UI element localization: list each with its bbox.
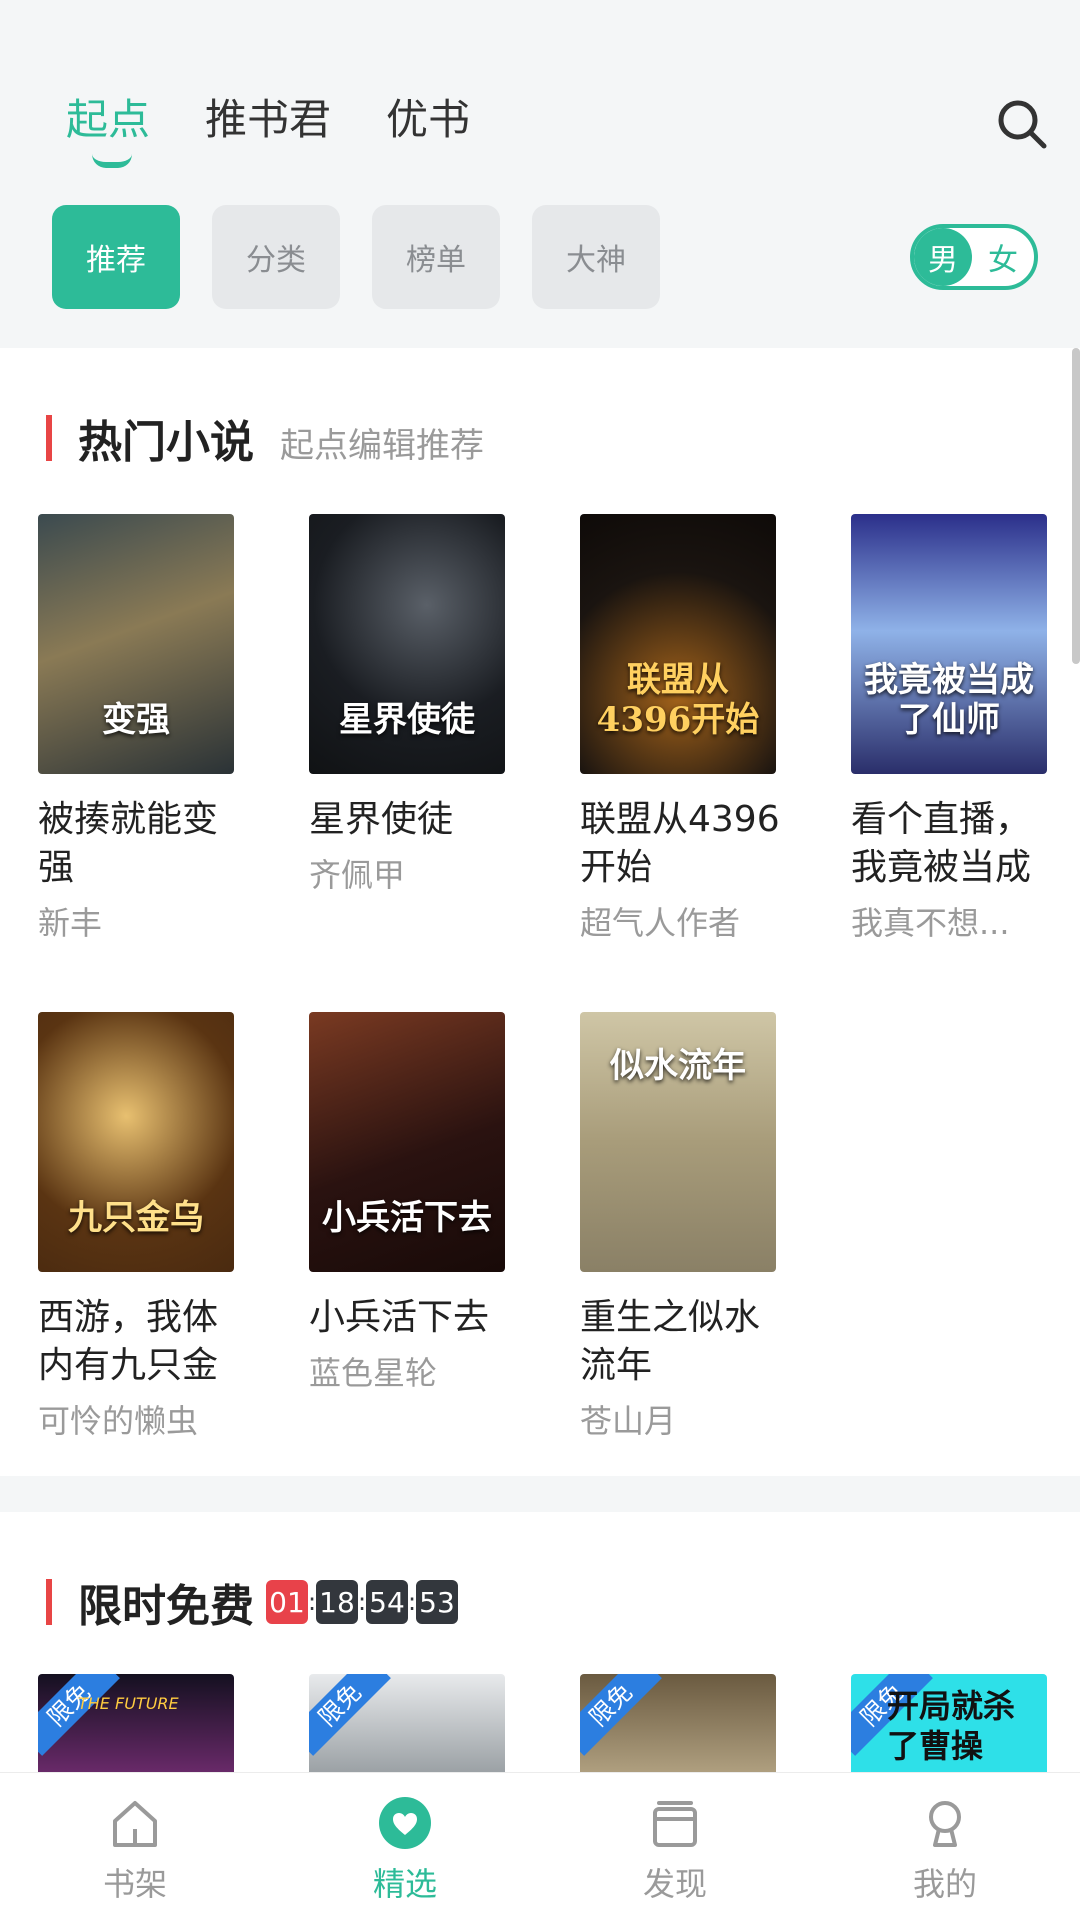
countdown-separator: : (308, 1588, 317, 1616)
cards-icon (653, 1801, 697, 1847)
nav-label: 我的 (912, 1865, 977, 1903)
book-title: 看个直播，我竟被当成 (851, 799, 1032, 888)
countdown-hours: 18 (316, 1580, 358, 1624)
countdown-timer: 01 : 18 : 54 : 53 (266, 1580, 458, 1624)
book-card[interactable]: 似水流年 重生之似水流年 苍山月 (580, 1012, 776, 1442)
tab-label: 优书 (386, 95, 471, 144)
countdown-seconds: 53 (416, 1580, 458, 1624)
cover-text: 星界使徒 (339, 700, 475, 740)
source-tabs: 起点 推书君 优书 (66, 90, 470, 168)
book-title: 星界使徒 (309, 799, 454, 840)
cover-text: 联盟从4396开始 (596, 660, 760, 740)
book-author: 齐佩甲 (309, 856, 406, 894)
book-author: 我真不想... (851, 904, 1010, 942)
countdown-separator: : (358, 1588, 367, 1616)
gender-male[interactable]: 男 (914, 228, 972, 286)
gender-female[interactable]: 女 (972, 235, 1034, 279)
countdown-days: 01 (266, 1580, 308, 1624)
book-cover: 我竟被当成了仙师 (851, 514, 1047, 774)
free-badge: 限免 (309, 1674, 391, 1756)
pill-category[interactable]: 分类 (212, 205, 340, 309)
cover-text: 我竟被当成了仙师 (864, 660, 1034, 740)
book-author: 苍山月 (580, 1402, 677, 1440)
top-header: 起点 推书君 优书 推荐 分类 榜单 大神 男 女 (0, 0, 1080, 348)
category-pills: 推荐 分类 榜单 大神 (52, 205, 660, 309)
book-card[interactable]: 九只金乌 西游，我体内有九只金 可怜的懒虫 (38, 1012, 234, 1442)
cover-text: 小兵活下去 (322, 1198, 492, 1238)
gender-toggle[interactable]: 男 女 (910, 224, 1038, 290)
pill-masters[interactable]: 大神 (532, 205, 660, 309)
book-cover: 变强 (38, 514, 234, 774)
free-book-cover[interactable]: 限免 (580, 1674, 776, 1772)
book-author: 可怜的懒虫 (38, 1402, 199, 1440)
free-badge: 限免 (580, 1674, 662, 1756)
tab-qidian[interactable]: 起点 (66, 90, 151, 168)
tab-label: 起点 (66, 95, 151, 144)
countdown-separator: : (408, 1588, 417, 1616)
content-area: 热门小说 起点编辑推荐 变强 被揍就能变强 新丰 星界使徒 星界使徒 齐佩甲 联… (0, 348, 1080, 1772)
tab-youshu[interactable]: 优书 (386, 90, 470, 150)
section-accent-bar (46, 415, 52, 461)
section-title: 限时免费 (78, 1581, 254, 1632)
book-title: 重生之似水流年 (580, 1297, 761, 1386)
free-book-cover[interactable]: 限免 (309, 1674, 505, 1772)
cover-text: 似水流年 (610, 1046, 746, 1086)
book-title: 小兵活下去 (309, 1297, 490, 1338)
home-icon (113, 1801, 157, 1847)
book-card[interactable]: 我竟被当成了仙师 看个直播，我竟被当成 我真不想... (851, 514, 1047, 944)
book-card[interactable]: 联盟从4396开始 联盟从4396开始 超气人作者 (580, 514, 780, 944)
nav-label: 精选 (372, 1865, 437, 1903)
book-cover: 小兵活下去 (309, 1012, 505, 1272)
nav-discover[interactable]: 发现 (540, 1773, 810, 1920)
free-book-cover[interactable]: 限免 开局就杀了曹操 (851, 1674, 1047, 1772)
section-title: 热门小说 (78, 417, 254, 468)
nav-profile[interactable]: 我的 (810, 1773, 1080, 1920)
pill-ranking[interactable]: 榜单 (372, 205, 500, 309)
tab-tuishujun[interactable]: 推书君 (205, 90, 331, 150)
tab-label: 推书君 (205, 95, 332, 144)
book-card[interactable]: 小兵活下去 小兵活下去 蓝色星轮 (309, 1012, 505, 1394)
hot-section-header: 热门小说 起点编辑推荐 (46, 406, 484, 470)
free-book-cover[interactable]: 限免 THE FUTURE (38, 1674, 234, 1772)
book-title: 西游，我体内有九只金 (38, 1297, 219, 1386)
free-badge: 限免 (38, 1674, 120, 1756)
nav-label: 书架 (102, 1865, 167, 1903)
section-accent-bar (46, 1579, 52, 1625)
tab-active-indicator (92, 154, 132, 168)
book-title: 联盟从4396开始 (580, 799, 780, 888)
book-cover: 联盟从4396开始 (580, 514, 776, 774)
cover-text: 九只金乌 (68, 1198, 204, 1238)
nav-featured[interactable]: 精选 (270, 1773, 540, 1920)
pill-recommend[interactable]: 推荐 (52, 205, 180, 309)
free-section-header: 限时免费 01 : 18 : 54 : 53 (46, 1570, 458, 1634)
cover-text: THE FUTURE (78, 1694, 179, 1713)
book-card[interactable]: 变强 被揍就能变强 新丰 (38, 514, 234, 944)
nav-bookshelf[interactable]: 书架 (0, 1773, 270, 1920)
bottom-nav: 书架 精选 发现 我的 (0, 1772, 1080, 1920)
book-title: 被揍就能变强 (38, 799, 219, 888)
scrollbar[interactable] (1072, 348, 1080, 664)
book-author: 蓝色星轮 (309, 1354, 438, 1392)
section-subtitle: 起点编辑推荐 (280, 426, 484, 466)
book-cover: 九只金乌 (38, 1012, 234, 1272)
section-divider (0, 1476, 1080, 1512)
profile-icon (929, 1801, 961, 1847)
cover-text: 开局就杀了曹操 (887, 1687, 1016, 1765)
book-cover: 似水流年 (580, 1012, 776, 1272)
book-author: 新丰 (38, 904, 103, 942)
heart-icon (379, 1797, 431, 1849)
search-icon[interactable] (994, 96, 1050, 152)
book-cover: 星界使徒 (309, 514, 505, 774)
book-card[interactable]: 星界使徒 星界使徒 齐佩甲 (309, 514, 505, 896)
book-author: 超气人作者 (580, 904, 741, 942)
nav-label: 发现 (642, 1865, 707, 1903)
cover-text: 变强 (102, 700, 170, 740)
countdown-minutes: 54 (366, 1580, 408, 1624)
